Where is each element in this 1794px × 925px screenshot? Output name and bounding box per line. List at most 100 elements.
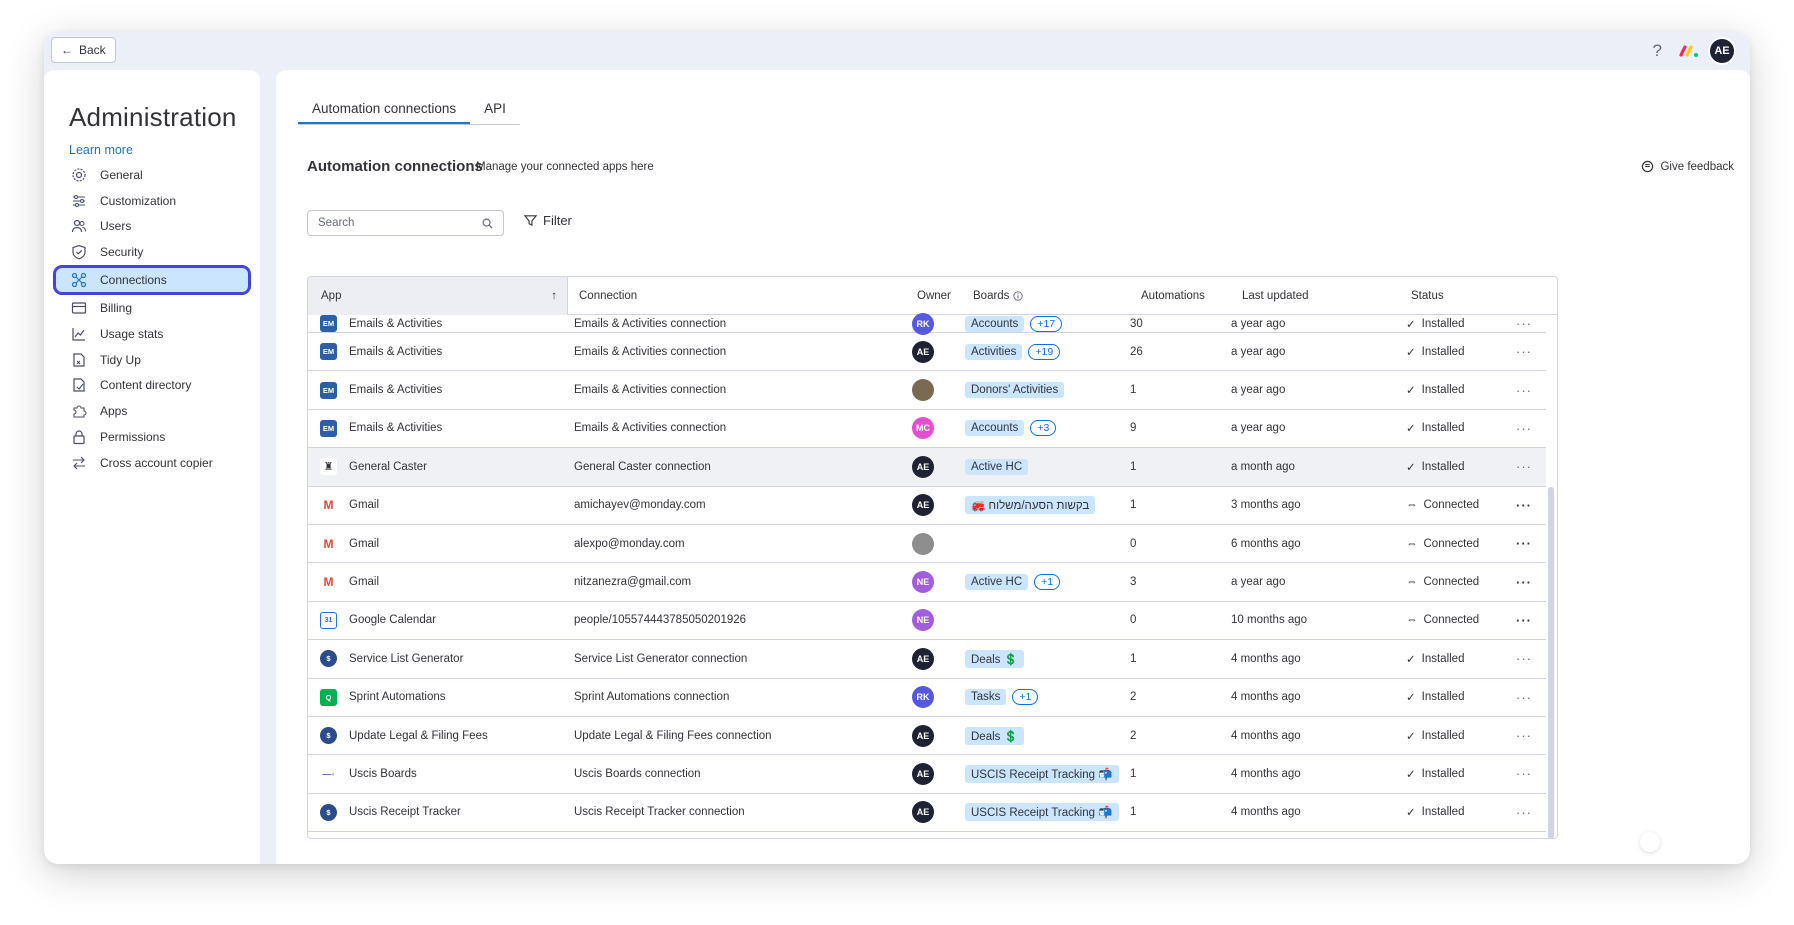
board-tag[interactable]: Tasks xyxy=(965,689,1007,706)
sidebar-item-connections[interactable]: Connections xyxy=(53,265,251,296)
table-row[interactable]: $ Service List Generator Service List Gene… xyxy=(308,640,1546,679)
more-actions-icon[interactable]: ··· xyxy=(1516,315,1532,332)
board-tag[interactable]: 🚒 בקשות הסעה/משלוח xyxy=(965,496,1096,515)
sidebar-item-general[interactable]: General xyxy=(58,162,248,188)
more-boards-badge[interactable]: +19 xyxy=(1028,343,1061,360)
owner-avatar[interactable]: RK xyxy=(912,686,934,709)
more-actions-icon[interactable]: ··· xyxy=(1516,755,1532,792)
sidebar-item-users[interactable]: Users xyxy=(58,214,248,240)
table-row[interactable]: ♜ General Caster General Caster connection… xyxy=(308,448,1546,487)
table-row[interactable]: $ Uscis Receipt Tracker Uscis Receipt Trac… xyxy=(308,794,1546,833)
column-boards[interactable]: Boards xyxy=(973,277,1024,315)
owner-avatar[interactable]: AE xyxy=(912,762,934,785)
table-row[interactable]: EM Emails & Activities Emails & Activities… xyxy=(308,312,1546,335)
owner-avatar[interactable]: AE xyxy=(912,340,934,363)
tab-api[interactable]: API xyxy=(470,95,520,124)
board-tag[interactable]: USCIS Receipt Tracking 📬 xyxy=(965,803,1119,822)
learn-more-link[interactable]: Learn more xyxy=(69,143,133,157)
table-row[interactable]: M Gmail alexpo@monday.com 0 6 months ago ⇔ Con… xyxy=(308,525,1546,564)
owner-avatar[interactable] xyxy=(912,532,934,555)
sidebar-item-label: Tidy Up xyxy=(100,352,141,367)
info-icon[interactable] xyxy=(1013,291,1024,301)
sidebar-item-security[interactable]: Security xyxy=(58,239,248,265)
more-boards-badge[interactable]: +17 xyxy=(1030,315,1063,332)
more-actions-icon[interactable]: ··· xyxy=(1516,525,1532,562)
column-last-updated[interactable]: Last updated xyxy=(1242,277,1309,315)
more-actions-icon[interactable]: ··· xyxy=(1516,717,1532,754)
board-tag[interactable]: Active HC xyxy=(965,574,1029,591)
owner-avatar[interactable]: RK xyxy=(912,312,934,335)
more-actions-icon[interactable]: ··· xyxy=(1516,410,1532,447)
board-tag[interactable]: Donors' Activities xyxy=(965,382,1065,399)
more-actions-icon[interactable]: ··· xyxy=(1516,602,1532,639)
more-boards-badge[interactable]: +3 xyxy=(1030,420,1057,437)
owner-avatar[interactable] xyxy=(912,379,934,402)
last-updated: a month ago xyxy=(1231,460,1295,473)
more-boards-badge[interactable]: +1 xyxy=(1034,574,1061,591)
owner-avatar[interactable]: AE xyxy=(912,801,934,824)
table-row[interactable]: —◦ Uscis Boards Uscis Boards connection AE U… xyxy=(308,755,1546,794)
table-row[interactable]: EM Emails & Activities Emails & Activities… xyxy=(308,410,1546,449)
column-connection[interactable]: Connection xyxy=(579,277,637,315)
table-scrollbar[interactable] xyxy=(1548,487,1554,838)
app-name: Update Legal & Filing Fees xyxy=(349,729,488,742)
table-row[interactable]: M Gmail amichayev@monday.com AE 🚒 בקשות הסעה… xyxy=(308,487,1546,525)
search-input[interactable]: Search xyxy=(307,210,504,236)
owner-avatar[interactable]: AE xyxy=(912,455,934,478)
table-row[interactable]: 31 Google Calendar people/1055744437850502… xyxy=(308,602,1546,641)
sort-arrow-icon[interactable]: ↑ xyxy=(551,277,557,315)
back-button[interactable]: ← Back xyxy=(51,37,116,63)
table-row[interactable]: EM Emails & Activities Emails & Activities… xyxy=(308,371,1546,410)
status-label: Installed xyxy=(1421,729,1465,742)
board-tag[interactable]: Active HC xyxy=(965,458,1029,475)
column-owner[interactable]: Owner xyxy=(917,277,951,315)
column-app[interactable]: App ↑ xyxy=(308,277,568,315)
sidebar-item-usage-stats[interactable]: Usage stats xyxy=(58,321,248,347)
more-actions-icon[interactable]: ··· xyxy=(1516,640,1532,677)
help-icon[interactable]: ? xyxy=(1653,41,1662,61)
owner-avatar[interactable]: AE xyxy=(912,494,934,517)
give-feedback-button[interactable]: Give feedback xyxy=(1641,160,1734,173)
more-boards-badge[interactable]: +1 xyxy=(1012,689,1039,706)
sidebar-item-apps[interactable]: Apps xyxy=(58,398,248,424)
sidebar-item-cross-account-copier[interactable]: Cross account copier xyxy=(58,450,248,476)
column-automations[interactable]: Automations xyxy=(1141,277,1205,315)
more-actions-icon[interactable]: ··· xyxy=(1516,679,1532,716)
owner-avatar[interactable]: AE xyxy=(912,724,934,747)
more-actions-icon[interactable]: ··· xyxy=(1516,487,1532,524)
board-tag[interactable]: Deals 💲 xyxy=(965,649,1024,668)
automations-count: 26 xyxy=(1130,345,1143,358)
board-tag[interactable]: Accounts xyxy=(965,315,1025,332)
user-avatar[interactable]: AE xyxy=(1708,37,1736,65)
column-status[interactable]: Status xyxy=(1411,277,1444,315)
sidebar-item-customization[interactable]: Customization xyxy=(58,188,248,214)
table-row[interactable]: EM Emails & Activities Emails & Activities… xyxy=(308,333,1546,372)
sidebar-item-billing[interactable]: Billing xyxy=(58,295,248,321)
owner-avatar[interactable]: AE xyxy=(912,647,934,670)
monday-logo-icon[interactable] xyxy=(1678,44,1700,58)
tab-automation-connections[interactable]: Automation connections xyxy=(298,95,471,124)
sidebar-item-label: General xyxy=(100,167,143,182)
board-tag[interactable]: Deals 💲 xyxy=(965,726,1024,745)
owner-avatar[interactable]: NE xyxy=(912,609,934,632)
board-tag[interactable]: USCIS Receipt Tracking 📬 xyxy=(965,764,1119,783)
more-actions-icon[interactable]: ··· xyxy=(1516,448,1532,485)
status-label: Connected xyxy=(1423,576,1480,589)
board-tag[interactable]: Activities xyxy=(965,343,1023,360)
owner-avatar[interactable]: NE xyxy=(912,571,934,594)
board-tag[interactable]: Accounts xyxy=(965,420,1025,437)
connection-name: alexpo@monday.com xyxy=(574,537,685,550)
assistant-bubble-icon[interactable] xyxy=(1640,832,1660,852)
sidebar-item-content-directory[interactable]: Content directory xyxy=(58,373,248,399)
table-row[interactable]: M Gmail nitzanezra@gmail.com NE Active HC +1 3… xyxy=(308,563,1546,602)
more-actions-icon[interactable]: ··· xyxy=(1516,794,1532,831)
owner-avatar[interactable]: MC xyxy=(912,417,934,440)
sidebar-item-tidy-up[interactable]: Tidy Up xyxy=(58,347,248,373)
table-row[interactable]: $ Update Legal & Filing Fees Update Legal … xyxy=(308,717,1546,756)
sidebar-item-permissions[interactable]: Permissions xyxy=(58,424,248,450)
more-actions-icon[interactable]: ··· xyxy=(1516,563,1532,600)
more-actions-icon[interactable]: ··· xyxy=(1516,333,1532,370)
filter-button[interactable]: Filter xyxy=(524,213,572,228)
table-row[interactable]: Q Sprint Automations Sprint Automations co… xyxy=(308,679,1546,717)
more-actions-icon[interactable]: ··· xyxy=(1516,371,1532,408)
